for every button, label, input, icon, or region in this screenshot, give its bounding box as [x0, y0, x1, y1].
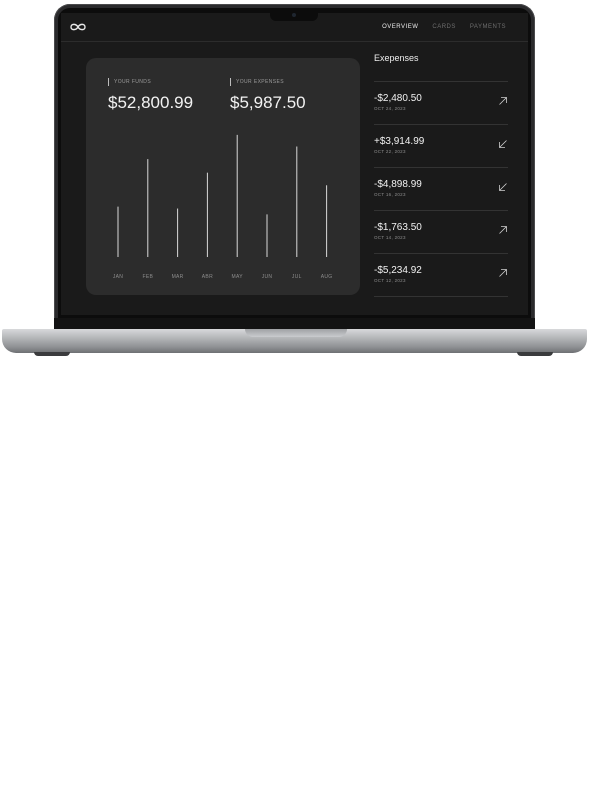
camera-icon: [292, 13, 296, 17]
nav-tab-overview[interactable]: OVERVIEW: [382, 24, 418, 30]
transaction-row[interactable]: -$4,898.99 OCT 16, 2023: [374, 167, 508, 210]
x-tick-label: ABR: [202, 274, 213, 280]
arrow-up-right-icon[interactable]: [498, 268, 508, 278]
x-tick-label: JUL: [292, 274, 302, 280]
x-tick-label: MAY: [232, 274, 244, 280]
transaction-row[interactable]: +$3,914.99 OCT 22, 2023: [374, 124, 508, 167]
brand-logo-icon[interactable]: [69, 21, 87, 33]
arrow-up-right-icon[interactable]: [498, 96, 508, 106]
transaction-date: OCT 22, 2023: [374, 149, 406, 154]
laptop-screen: OVERVIEW CARDS PAYMENTS YOUR FUNDS $52,8…: [61, 13, 528, 315]
opening-notch: [245, 329, 347, 337]
transaction-date: OCT 16, 2023: [374, 192, 406, 197]
transaction-date: OCT 24, 2023: [374, 106, 406, 111]
laptop-base: [2, 329, 587, 353]
laptop-foot-left: [34, 352, 70, 356]
transaction-row[interactable]: -$5,234.92 OCT 12, 2023: [374, 253, 508, 297]
x-tick-label: MAR: [172, 274, 184, 280]
arrow-down-left-icon[interactable]: [498, 182, 508, 192]
x-tick-label: JUN: [262, 274, 273, 280]
summary-card: YOUR FUNDS $52,800.99 YOUR EXPENSES $5,9…: [86, 58, 360, 295]
transaction-row[interactable]: -$2,480.50 OCT 24, 2023: [374, 81, 508, 124]
nav-tab-cards[interactable]: CARDS: [432, 24, 456, 30]
sidebar-title: Exepenses: [374, 53, 419, 63]
transaction-date: OCT 14, 2023: [374, 235, 406, 240]
transaction-amount: +$3,914.99: [374, 136, 425, 147]
arrow-down-left-icon[interactable]: [498, 139, 508, 149]
transaction-list: -$2,480.50 OCT 24, 2023 +$3,914.99 OCT 2…: [374, 81, 508, 297]
transaction-row[interactable]: -$1,763.50 OCT 14, 2023: [374, 210, 508, 253]
expenses-sidebar: Exepenses -$2,480.50 OCT 24, 2023 +$3,91…: [374, 53, 508, 297]
x-tick-label: FEB: [142, 274, 153, 280]
monthly-expenses-chart: JAN FEB MAR ABR MAY JUN JUL AUG: [113, 134, 333, 280]
x-tick-label: JAN: [113, 274, 123, 280]
camera-notch: [270, 8, 318, 21]
transaction-date: OCT 12, 2023: [374, 278, 406, 283]
arrow-up-right-icon[interactable]: [498, 225, 508, 235]
nav-tab-payments[interactable]: PAYMENTS: [470, 24, 506, 30]
transaction-amount: -$5,234.92: [374, 265, 422, 276]
transaction-amount: -$4,898.99: [374, 179, 422, 190]
transaction-amount: -$1,763.50: [374, 222, 422, 233]
main-nav: OVERVIEW CARDS PAYMENTS: [382, 24, 506, 30]
laptop-foot-right: [517, 352, 553, 356]
transaction-amount: -$2,480.50: [374, 93, 422, 104]
x-tick-label: AUG: [321, 274, 333, 280]
